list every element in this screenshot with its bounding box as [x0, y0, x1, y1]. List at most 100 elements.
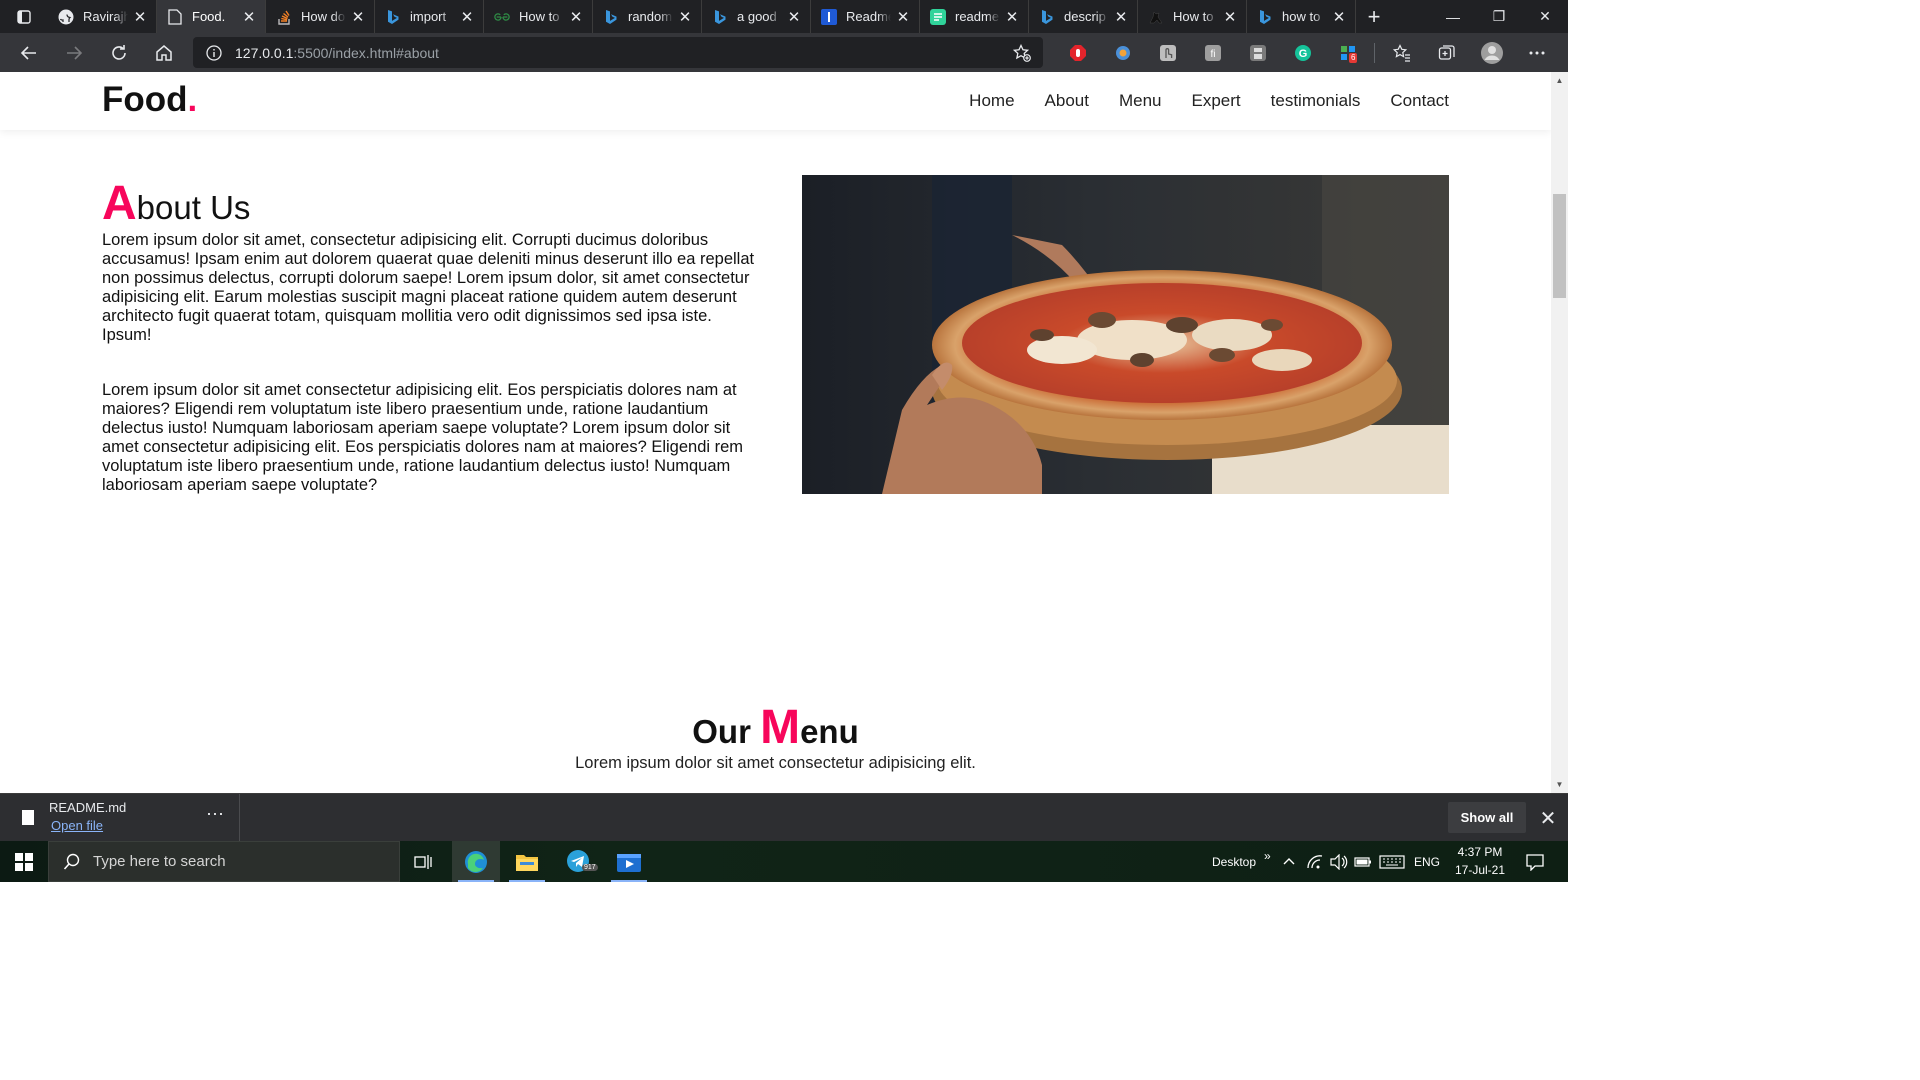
save-extension-icon[interactable]	[1235, 33, 1280, 72]
close-tab-icon[interactable]: ✕	[350, 9, 366, 26]
close-tab-icon[interactable]: ✕	[895, 9, 911, 26]
telegram-icon[interactable]: 917	[555, 841, 603, 882]
address-bar[interactable]: 127.0.0.1:5500/index.html#about	[193, 37, 1043, 68]
close-tab-icon[interactable]: ✕	[1004, 9, 1020, 26]
nav-home[interactable]: Home	[969, 91, 1014, 111]
open-file-link[interactable]: Open file	[51, 818, 103, 833]
close-shelf-icon[interactable]: ✕	[1536, 804, 1560, 832]
download-file-name: README.md	[49, 800, 127, 815]
nav-menu[interactable]: Menu	[1119, 91, 1162, 111]
back-button[interactable]	[6, 33, 51, 72]
favorites-icon[interactable]	[1379, 33, 1424, 72]
mail-extension-icon[interactable]	[1100, 33, 1145, 72]
browser-tab[interactable]: How do ✕	[266, 0, 375, 33]
logo-dot: .	[187, 80, 198, 119]
running-indicator	[509, 880, 545, 882]
tab-actions-icon[interactable]	[0, 0, 48, 33]
browser-tab[interactable]: how to ✕	[1247, 0, 1356, 33]
nav-expert[interactable]: Expert	[1192, 91, 1241, 111]
volume-icon[interactable]	[1330, 841, 1348, 882]
download-more-icon[interactable]: ⋯	[206, 804, 224, 825]
settings-more-icon[interactable]	[1514, 33, 1559, 72]
site-info-icon[interactable]	[193, 44, 235, 61]
site-nav: Home About Menu Expert testimonials Cont…	[969, 91, 1449, 111]
media-player-icon[interactable]	[605, 841, 653, 882]
system-clock[interactable]: 4:37 PM 17-Jul-21	[1449, 843, 1511, 879]
menu-heading-pre: Our	[692, 713, 761, 750]
grammarly-extension-icon[interactable]: G	[1280, 33, 1325, 72]
network-icon[interactable]	[1306, 841, 1324, 882]
minimize-button[interactable]: —	[1430, 0, 1476, 33]
close-window-button[interactable]: ✕	[1522, 0, 1568, 33]
nav-about[interactable]: About	[1045, 91, 1089, 111]
new-tab-button[interactable]: +	[1356, 0, 1392, 33]
keyboard-icon[interactable]	[1379, 841, 1405, 882]
forward-button[interactable]	[51, 33, 96, 72]
battery-icon[interactable]	[1354, 841, 1372, 882]
edge-taskbar-icon[interactable]	[452, 841, 500, 882]
extensions-grid-icon[interactable]: 6	[1325, 33, 1370, 72]
geeksforgeeks-icon	[494, 9, 510, 25]
start-button[interactable]	[0, 841, 48, 882]
scrollbar-thumb[interactable]	[1553, 194, 1566, 298]
adblock-extension-icon[interactable]	[1055, 33, 1100, 72]
browser-tab[interactable]: random ✕	[593, 0, 702, 33]
browser-tab[interactable]: a good ✕	[702, 0, 811, 33]
restore-button[interactable]: ❐	[1476, 0, 1522, 33]
collections-icon[interactable]	[1424, 33, 1469, 72]
tab-label: How to	[519, 9, 560, 24]
file-explorer-icon[interactable]	[503, 841, 551, 882]
toolbar-expand-icon[interactable]: »	[1264, 849, 1271, 863]
bing-icon	[385, 9, 401, 25]
close-tab-icon[interactable]: ✕	[1113, 9, 1129, 26]
close-tab-icon[interactable]: ✕	[241, 9, 257, 26]
browser-tab[interactable]: How to ✕	[1138, 0, 1247, 33]
font-extension-icon[interactable]: fi	[1190, 33, 1235, 72]
running-indicator	[611, 880, 647, 882]
close-tab-icon[interactable]: ✕	[568, 9, 584, 26]
url-text[interactable]: 127.0.0.1:5500/index.html#about	[235, 45, 1001, 61]
home-button[interactable]	[141, 33, 186, 72]
scroll-up-arrow-icon[interactable]: ▲	[1551, 72, 1568, 89]
site-header: Food. Home About Menu Expert testimonial…	[0, 72, 1551, 130]
browser-tab[interactable]: How to ✕	[484, 0, 593, 33]
browser-tab[interactable]: Food. ✕	[157, 0, 266, 33]
close-tab-icon[interactable]: ✕	[786, 9, 802, 26]
browser-tab[interactable]: readme ✕	[920, 0, 1029, 33]
browser-tab[interactable]: descrip ✕	[1029, 0, 1138, 33]
nav-contact[interactable]: Contact	[1390, 91, 1449, 111]
browser-tab[interactable]: Readme ✕	[811, 0, 920, 33]
touch-extension-icon[interactable]	[1145, 33, 1190, 72]
show-hidden-icons-icon[interactable]	[1282, 841, 1296, 882]
refresh-button[interactable]	[96, 33, 141, 72]
nav-testimonials[interactable]: testimonials	[1271, 91, 1361, 111]
close-tab-icon[interactable]: ✕	[459, 9, 475, 26]
toolbar-divider	[1374, 42, 1375, 63]
desktop-label: Desktop	[1212, 854, 1257, 869]
readme-icon	[821, 8, 837, 25]
notification-icon[interactable]	[1515, 841, 1555, 882]
menu-heading-rest: enu	[800, 713, 859, 750]
close-tab-icon[interactable]: ✕	[677, 9, 693, 26]
page-scrollbar[interactable]: ▲ ▼	[1551, 72, 1568, 793]
browser-tab[interactable]: import ✕	[375, 0, 484, 33]
profile-avatar-icon[interactable]	[1469, 33, 1514, 72]
download-item[interactable]: README.md Open file ⋯	[0, 794, 240, 841]
taskbar-search-box[interactable]: Type here to search	[48, 841, 400, 882]
close-tab-icon[interactable]: ✕	[1222, 9, 1238, 26]
desktop-toolbar-label[interactable]: Desktop »	[1212, 841, 1271, 882]
tab-label: a good	[737, 9, 777, 24]
language-indicator[interactable]: ENG	[1414, 841, 1440, 882]
close-tab-icon[interactable]: ✕	[132, 9, 148, 26]
site-logo[interactable]: Food.	[102, 80, 197, 120]
task-view-icon[interactable]	[400, 841, 448, 882]
github-icon	[58, 9, 74, 25]
show-all-button[interactable]: Show all	[1448, 802, 1526, 833]
menu-subtitle: Lorem ipsum dolor sit amet consectetur a…	[575, 754, 976, 772]
search-icon	[63, 853, 80, 870]
browser-tab[interactable]: Ravirajh ✕	[48, 0, 157, 33]
add-favorite-icon[interactable]	[1001, 43, 1043, 62]
scroll-down-arrow-icon[interactable]: ▼	[1551, 776, 1568, 793]
close-tab-icon[interactable]: ✕	[1331, 9, 1347, 26]
bing-icon	[1257, 9, 1273, 25]
